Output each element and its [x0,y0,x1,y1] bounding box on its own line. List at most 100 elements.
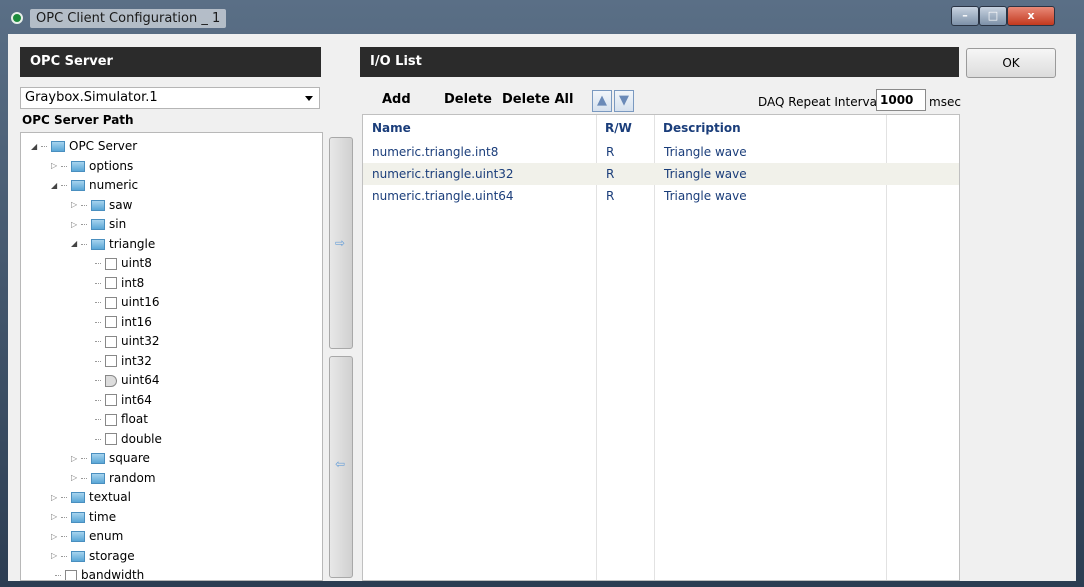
minimize-button[interactable]: – [951,6,979,26]
folder-icon [71,492,85,503]
daq-unit-label: msec [929,95,961,109]
tree-node-label: options [89,158,134,173]
folder-icon [91,219,105,230]
tree-node[interactable]: ◢ numeric [51,176,138,194]
column-header-rw[interactable]: R/W [605,121,632,135]
tree-node[interactable]: ▷ options [51,157,133,175]
tree-node[interactable]: uint8 [91,254,152,272]
tree-node-label: int16 [121,314,152,329]
tree-node[interactable]: ▷ textual [51,488,131,506]
table-row[interactable]: numeric.triangle.int8 R Triangle wave [363,141,959,163]
tree-connector [61,497,67,498]
daq-interval-input[interactable]: 1000 [876,89,926,111]
folder-icon [91,453,105,464]
expand-icon[interactable]: ▷ [51,157,61,175]
tree-node[interactable]: bandwidth [51,566,145,581]
tree-node[interactable]: ▷ random [71,469,156,487]
daq-interval-label: DAQ Repeat Interval [758,95,881,109]
folder-icon [51,141,65,152]
collapse-icon[interactable]: ◢ [31,138,41,156]
folder-icon [71,550,85,562]
chevron-down-icon[interactable] [305,96,313,101]
tree-connector [95,380,101,381]
tree-node[interactable]: ◢ triangle [71,235,155,253]
io-toolbar: Add Delete Delete All ▲ ▼ DAQ Repeat Int… [360,86,961,116]
tree-node[interactable]: int64 [91,391,152,409]
tree-node-label: numeric [89,178,139,192]
tree-node[interactable]: ▷ time [51,508,116,526]
tree-node[interactable]: uint32 [91,332,160,350]
close-button[interactable]: x [1007,6,1055,26]
column-header-description[interactable]: Description [663,121,741,135]
tree-node[interactable]: ▷ enum [51,527,123,545]
row-description: Triangle wave [664,189,747,203]
add-to-list-button[interactable]: ⇨ [329,137,353,349]
dialog-client: OPC Server Graybox.Simulator.1 OPC Serve… [8,34,1076,581]
table-row[interactable]: numeric.triangle.uint64 R Triangle wave [363,185,959,207]
tree-node-label: triangle [109,236,156,251]
table-row[interactable]: numeric.triangle.uint32 R Triangle wave [363,163,959,185]
tree-node-label: bandwidth [81,568,145,581]
tree-connector [95,321,101,323]
tree-connector [41,146,47,147]
tree-node[interactable]: double [91,430,162,448]
collapse-icon[interactable]: ◢ [51,177,61,195]
tree-connector [61,165,67,167]
folder-icon [71,531,85,542]
folder-icon [71,511,85,523]
tree-node-label: int32 [121,353,152,368]
tree-node-label: OPC Server [69,139,138,153]
add-button[interactable]: Add [382,92,411,107]
column-header-name[interactable]: Name [372,121,411,135]
maximize-button[interactable]: □ [979,6,1007,26]
remove-from-list-button[interactable]: ⇦ [329,356,353,578]
move-down-button[interactable]: ▼ [614,90,634,112]
ok-button[interactable]: OK [966,48,1056,78]
item-icon [105,413,117,426]
delete-button[interactable]: Delete [444,92,492,107]
expand-icon[interactable]: ▷ [51,508,61,526]
expand-icon[interactable]: ▷ [51,528,61,546]
delete-all-button[interactable]: Delete All [502,92,573,107]
io-list-table[interactable]: Name R/W Description numeric.triangle.in… [362,114,960,581]
tree-node-label: uint8 [121,256,152,270]
arrow-left-icon: ⇦ [335,457,346,471]
tree-node[interactable]: ▷ sin [71,215,126,233]
tree-node[interactable]: ▷ square [71,449,150,467]
tree-node[interactable]: ▷ storage [51,547,135,565]
expand-icon[interactable]: ▷ [51,547,61,565]
expand-icon[interactable]: ▷ [71,469,81,487]
tree-node-label: time [89,509,117,524]
opc-server-tree[interactable]: ◢ OPC Server ▷ options ◢ numeric ▷ saw ▷ sin ◢ tria… [20,132,323,581]
expand-icon[interactable]: ▷ [71,450,81,468]
tree-node[interactable]: int16 [91,313,152,331]
tree-node[interactable]: uint64 [91,371,160,389]
tree-connector [81,458,87,459]
tree-node[interactable]: int32 [91,352,152,370]
tree-node-label: int8 [121,275,145,290]
tree-node-label: uint64 [121,373,160,387]
collapse-icon[interactable]: ◢ [71,235,81,253]
app-window: OPC Client Configuration _ 1 – □ x OPC S… [0,0,1084,587]
tree-node-label: saw [109,197,133,212]
tree-node-label: textual [89,490,131,504]
expand-icon[interactable]: ▷ [71,196,81,214]
tree-connector [95,263,101,264]
tree-node[interactable]: int8 [91,274,144,292]
row-description: Triangle wave [664,145,747,159]
item-icon [105,433,117,445]
expand-icon[interactable]: ▷ [51,489,61,507]
tree-node[interactable]: ◢ OPC Server [31,137,137,155]
tree-node[interactable]: ▷ saw [71,196,132,214]
row-description: Triangle wave [664,167,747,181]
tree-node-label: enum [89,529,124,543]
move-up-button[interactable]: ▲ [592,90,612,112]
tree-connector [95,438,101,440]
tree-connector [61,555,67,557]
tree-connector [81,243,87,245]
folder-icon [71,180,85,191]
tree-node[interactable]: uint16 [91,293,160,311]
expand-icon[interactable]: ▷ [71,216,81,234]
tree-node[interactable]: float [91,410,148,428]
opc-server-combo[interactable]: Graybox.Simulator.1 [20,87,320,109]
